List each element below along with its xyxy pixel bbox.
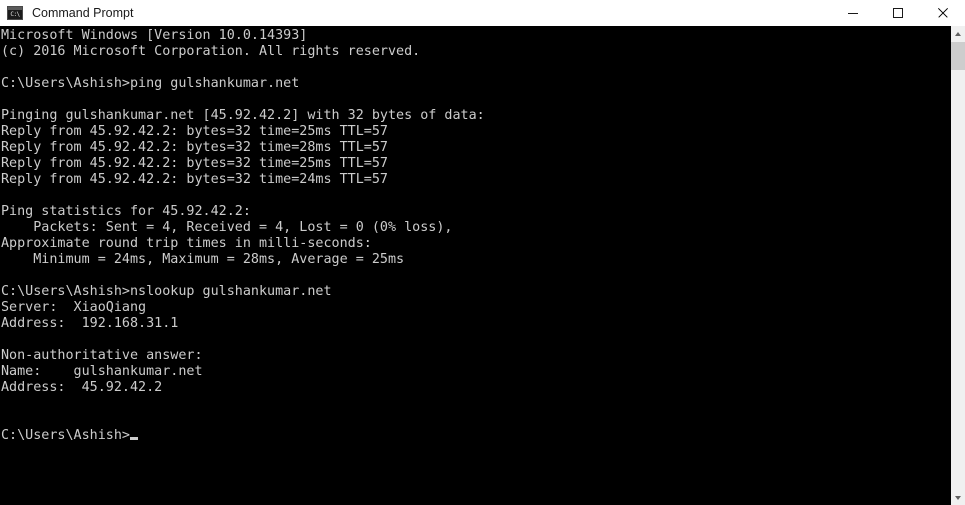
maximize-icon	[892, 8, 903, 18]
text-cursor	[130, 437, 138, 440]
scroll-down-arrow-icon	[955, 495, 961, 500]
scroll-up-button[interactable]	[951, 26, 965, 41]
close-icon	[937, 8, 948, 18]
console-icon-text: C:\	[8, 10, 22, 19]
scrollbar-thumb[interactable]	[951, 42, 965, 70]
console-icon: C:\	[7, 6, 23, 20]
command-prompt-window: C:\ Command Prompt Microsoft Windows [Ve…	[0, 0, 965, 505]
console-prompt: C:\Users\Ashish>	[1, 428, 130, 443]
title-bar-left: C:\ Command Prompt	[0, 6, 133, 20]
maximize-button[interactable]	[875, 0, 920, 26]
close-button[interactable]	[920, 0, 965, 26]
minimize-button[interactable]	[830, 0, 875, 26]
console-output-area[interactable]: Microsoft Windows [Version 10.0.14393] (…	[0, 26, 951, 505]
minimize-icon	[847, 13, 858, 14]
window-controls	[830, 0, 965, 26]
scroll-down-button[interactable]	[951, 490, 965, 505]
scrollbar-track[interactable]	[951, 41, 965, 490]
scroll-up-arrow-icon	[955, 31, 961, 36]
window-title: Command Prompt	[32, 6, 134, 20]
console-text: Microsoft Windows [Version 10.0.14393] (…	[1, 28, 485, 443]
vertical-scrollbar[interactable]	[951, 26, 965, 505]
title-bar[interactable]: C:\ Command Prompt	[0, 0, 965, 26]
